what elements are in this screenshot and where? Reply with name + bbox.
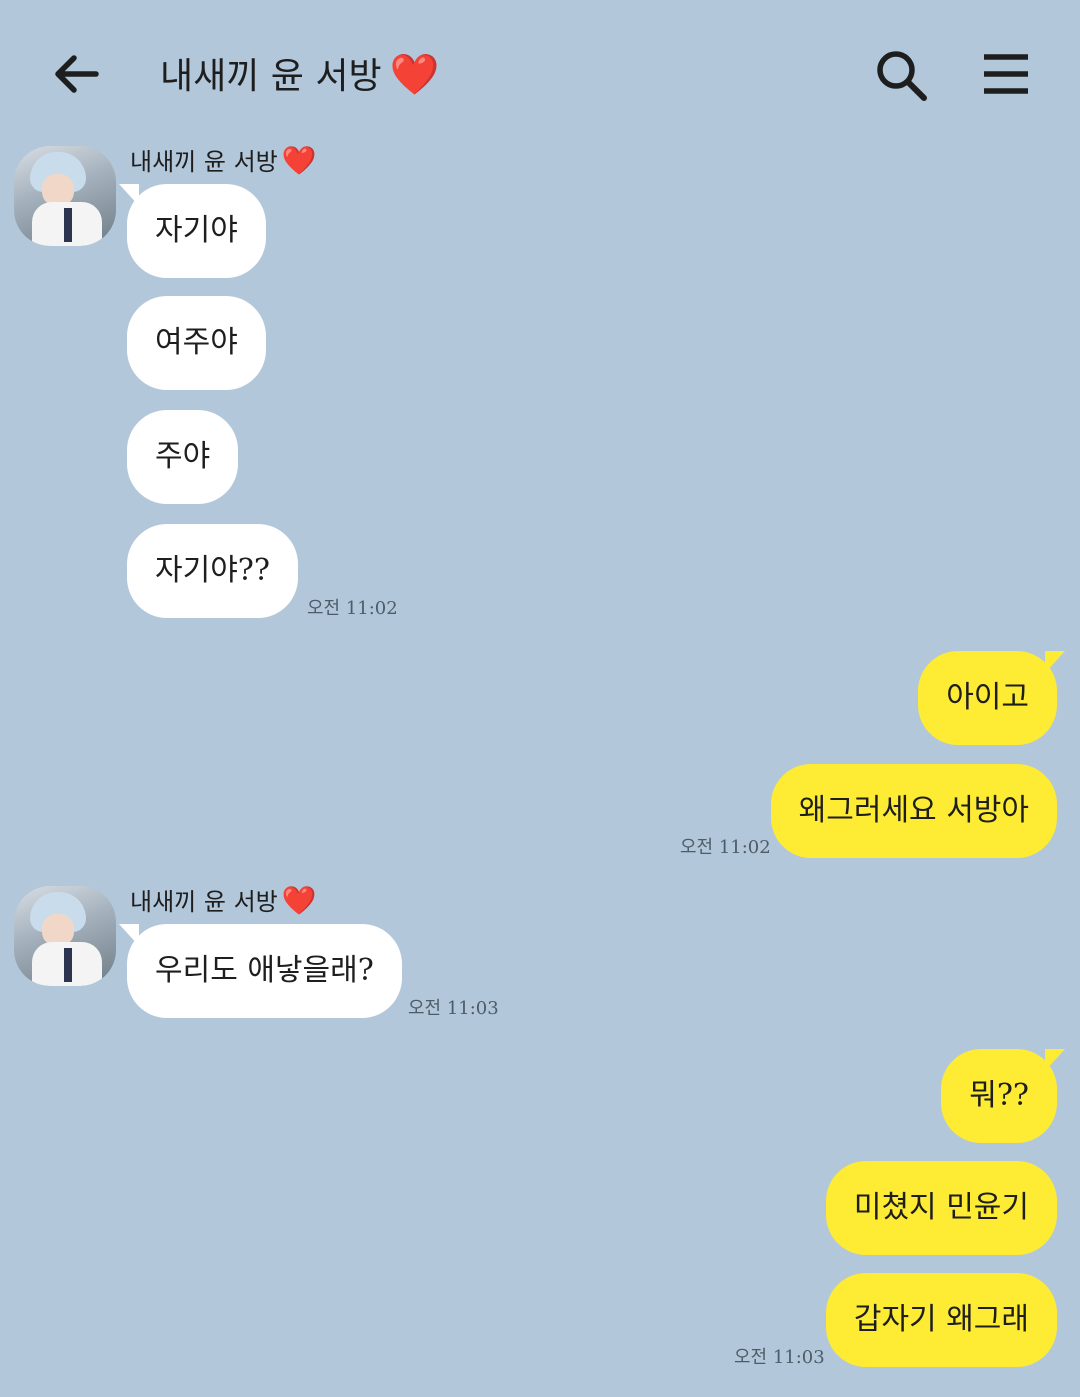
incoming-message-bubble[interactable]: 여주야 (127, 296, 266, 390)
search-icon (877, 51, 927, 101)
chat-title-text: 내새끼 윤 서방 (160, 56, 382, 97)
sender-name-text: 내새끼 윤 서방 (130, 888, 278, 916)
incoming-message-bubble[interactable]: 주야 (127, 410, 239, 504)
heart-icon: ❤️ (281, 144, 317, 177)
message-timestamp: 오전 11:02 (307, 598, 398, 619)
message-timestamp: 오전 11:02 (680, 837, 771, 858)
incoming-message-bubble[interactable]: 자기야 (119, 184, 266, 278)
menu-button[interactable] (980, 50, 1032, 98)
incoming-message-bubble[interactable]: 우리도 애낳을래? (119, 924, 402, 1018)
avatar[interactable] (14, 886, 116, 986)
outgoing-message-bubble[interactable]: 왜그러세요 서방아 (770, 764, 1057, 858)
message-timestamp: 오전 11:03 (408, 998, 499, 1019)
hamburger-menu-icon (984, 54, 1028, 94)
sender-name: 내새끼 윤 서방 ❤️ (130, 886, 317, 917)
outgoing-message-bubble[interactable]: 아이고 (918, 651, 1065, 745)
outgoing-message-bubble[interactable]: 미쳤지 민윤기 (825, 1161, 1057, 1255)
heart-icon: ❤️ (389, 52, 440, 98)
incoming-message-bubble[interactable]: 자기야?? (127, 524, 298, 618)
avatar[interactable] (14, 146, 116, 246)
back-button[interactable] (48, 50, 104, 98)
heart-icon: ❤️ (281, 884, 317, 917)
sender-name-text: 내새끼 윤 서방 (130, 148, 278, 176)
outgoing-message-bubble[interactable]: 뭐?? (941, 1049, 1065, 1143)
sender-name: 내새끼 윤 서방 ❤️ (130, 146, 317, 177)
message-timestamp: 오전 11:03 (734, 1347, 825, 1368)
outgoing-message-bubble[interactable]: 갑자기 왜그래 (825, 1273, 1057, 1367)
chat-title: 내새끼 윤 서방 ❤️ (160, 52, 439, 100)
chat-header: 내새끼 윤 서방 ❤️ (0, 0, 1080, 140)
search-button[interactable] (872, 46, 930, 104)
arrow-left-icon (55, 55, 99, 93)
